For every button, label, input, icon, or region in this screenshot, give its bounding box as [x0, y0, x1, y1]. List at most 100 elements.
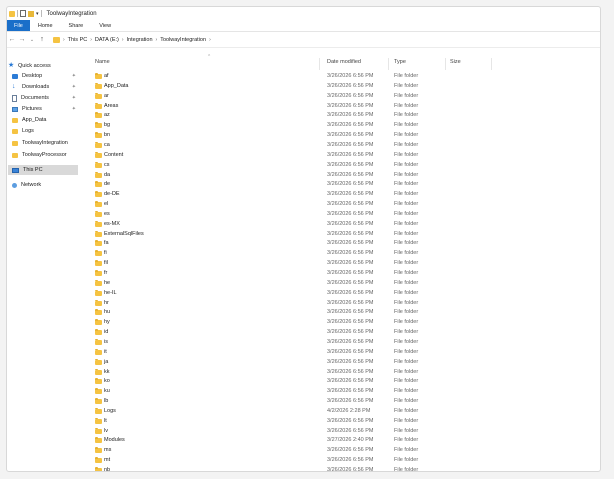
sidebar-item-downloads[interactable]: ↓ Downloads ✦: [12, 82, 78, 92]
file-row[interactable]: kk 3/26/2026 6:56 PM File folder: [86, 368, 600, 378]
breadcrumb-this-pc[interactable]: This PC: [68, 37, 88, 43]
file-name[interactable]: lb: [104, 398, 108, 404]
column-divider[interactable]: [445, 58, 446, 70]
file-row[interactable]: de 3/26/2026 6:56 PM File folder: [86, 180, 600, 190]
file-name[interactable]: Logs: [104, 408, 116, 414]
file-name[interactable]: ca: [104, 142, 110, 148]
file-row[interactable]: hu 3/26/2026 6:56 PM File folder: [86, 308, 600, 318]
file-name[interactable]: App_Data: [104, 83, 128, 89]
file-row[interactable]: ms 3/26/2026 6:56 PM File folder: [86, 446, 600, 456]
pin-icon[interactable]: ✦: [72, 95, 76, 101]
file-row[interactable]: da 3/26/2026 6:56 PM File folder: [86, 171, 600, 181]
breadcrumb-integration[interactable]: Integration: [127, 37, 153, 43]
column-header-size[interactable]: Size: [450, 59, 461, 65]
sidebar-item-quick-access[interactable]: ★ Quick access: [8, 61, 78, 71]
file-name[interactable]: id: [104, 329, 108, 335]
chevron-right-icon[interactable]: ›: [156, 37, 158, 43]
new-folder-icon[interactable]: [28, 10, 34, 17]
file-name[interactable]: Modules: [104, 437, 125, 443]
chevron-right-icon[interactable]: ›: [209, 37, 211, 43]
sidebar-item-toolwayintegration[interactable]: ToolwayIntegration: [12, 138, 78, 148]
file-name[interactable]: Content: [104, 152, 123, 158]
file-row[interactable]: ko 3/26/2026 6:56 PM File folder: [86, 377, 600, 387]
sidebar-item-toolwayprocessor[interactable]: ToolwayProcessor: [12, 150, 78, 160]
file-name[interactable]: ku: [104, 388, 110, 394]
file-name[interactable]: ExternalSqlFiles: [104, 231, 144, 237]
file-row[interactable]: ja 3/26/2026 6:56 PM File folder: [86, 358, 600, 368]
column-divider[interactable]: [491, 58, 492, 70]
file-row[interactable]: id 3/26/2026 6:56 PM File folder: [86, 328, 600, 338]
file-row[interactable]: nb 3/26/2026 6:56 PM File folder: [86, 466, 600, 471]
sidebar-item-app-data[interactable]: App_Data: [12, 115, 78, 125]
file-row[interactable]: mt 3/26/2026 6:56 PM File folder: [86, 456, 600, 466]
file-row[interactable]: es 3/26/2026 6:56 PM File folder: [86, 210, 600, 220]
breadcrumb-toolwayintegration[interactable]: ToolwayIntegration: [160, 37, 206, 43]
file-row[interactable]: is 3/26/2026 6:56 PM File folder: [86, 338, 600, 348]
file-name[interactable]: hy: [104, 319, 110, 325]
file-name[interactable]: lv: [104, 428, 108, 434]
file-name[interactable]: es: [104, 211, 110, 217]
file-name[interactable]: el: [104, 201, 108, 207]
file-name[interactable]: is: [104, 339, 108, 345]
pin-icon[interactable]: ✦: [72, 84, 76, 90]
chevron-right-icon[interactable]: ›: [90, 37, 92, 43]
file-name[interactable]: fil: [104, 260, 108, 266]
file-row[interactable]: el 3/26/2026 6:56 PM File folder: [86, 200, 600, 210]
file-row[interactable]: lb 3/26/2026 6:56 PM File folder: [86, 397, 600, 407]
file-row[interactable]: bn 3/26/2026 6:56 PM File folder: [86, 131, 600, 141]
file-name[interactable]: kk: [104, 369, 110, 375]
file-name[interactable]: lt: [104, 418, 107, 424]
file-row[interactable]: az 3/26/2026 6:56 PM File folder: [86, 111, 600, 121]
column-divider[interactable]: [388, 58, 389, 70]
file-name[interactable]: de-DE: [104, 191, 120, 197]
file-row[interactable]: fr 3/26/2026 6:56 PM File folder: [86, 269, 600, 279]
file-row[interactable]: App_Data 3/26/2026 6:56 PM File folder: [86, 82, 600, 92]
file-name[interactable]: es-MX: [104, 221, 120, 227]
file-name[interactable]: mt: [104, 457, 110, 463]
file-row[interactable]: de-DE 3/26/2026 6:56 PM File folder: [86, 190, 600, 200]
tab-file[interactable]: File: [7, 20, 30, 31]
sidebar-item-network[interactable]: Network: [8, 180, 78, 190]
file-row[interactable]: ExternalSqlFiles 3/26/2026 6:56 PM File fo…: [86, 230, 600, 240]
back-arrow-icon[interactable]: ←: [7, 36, 17, 43]
file-name[interactable]: ar: [104, 93, 109, 99]
column-divider[interactable]: [319, 58, 320, 70]
file-row[interactable]: af 3/26/2026 6:56 PM File folder: [86, 72, 600, 82]
file-name[interactable]: Areas: [104, 103, 118, 109]
sidebar-item-pictures[interactable]: Pictures ✦: [12, 104, 78, 114]
file-row[interactable]: he 3/26/2026 6:56 PM File folder: [86, 279, 600, 289]
file-row[interactable]: fi 3/26/2026 6:56 PM File folder: [86, 249, 600, 259]
file-name[interactable]: bg: [104, 122, 110, 128]
breadcrumb-drive[interactable]: DATA (E:): [95, 37, 119, 43]
column-header-name[interactable]: Name: [95, 59, 110, 65]
file-row[interactable]: Content 3/26/2026 6:56 PM File folder: [86, 151, 600, 161]
file-row[interactable]: fa 3/26/2026 6:56 PM File folder: [86, 239, 600, 249]
pin-icon[interactable]: ✦: [72, 106, 76, 112]
file-row[interactable]: Areas 3/26/2026 6:56 PM File folder: [86, 102, 600, 112]
file-row[interactable]: hr 3/26/2026 6:56 PM File folder: [86, 299, 600, 309]
file-row[interactable]: ar 3/26/2026 6:56 PM File folder: [86, 92, 600, 102]
sidebar-item-logs[interactable]: Logs: [12, 126, 78, 136]
file-row[interactable]: fil 3/26/2026 6:56 PM File folder: [86, 259, 600, 269]
file-row[interactable]: bg 3/26/2026 6:56 PM File folder: [86, 121, 600, 131]
file-name[interactable]: az: [104, 112, 110, 118]
file-name[interactable]: nb: [104, 467, 110, 471]
file-name[interactable]: fa: [104, 240, 109, 246]
file-name[interactable]: ms: [104, 447, 111, 453]
address-bar[interactable]: › This PC › DATA (E:) › Integration › To…: [51, 33, 595, 46]
file-name[interactable]: da: [104, 172, 110, 178]
column-header-type[interactable]: Type: [394, 59, 406, 65]
file-row[interactable]: hy 3/26/2026 6:56 PM File folder: [86, 318, 600, 328]
up-arrow-icon[interactable]: ↑: [37, 36, 47, 43]
file-name[interactable]: ko: [104, 378, 110, 384]
file-row[interactable]: Modules 3/27/2026 2:40 PM File folder: [86, 436, 600, 446]
file-name[interactable]: fi: [104, 250, 107, 256]
chevron-right-icon[interactable]: ›: [122, 37, 124, 43]
file-name[interactable]: he: [104, 280, 110, 286]
file-name[interactable]: bn: [104, 132, 110, 138]
file-name[interactable]: hu: [104, 309, 110, 315]
pin-icon[interactable]: ✦: [72, 73, 76, 79]
file-row[interactable]: lt 3/26/2026 6:56 PM File folder: [86, 417, 600, 427]
tab-view[interactable]: View: [91, 20, 119, 31]
file-name[interactable]: de: [104, 181, 110, 187]
